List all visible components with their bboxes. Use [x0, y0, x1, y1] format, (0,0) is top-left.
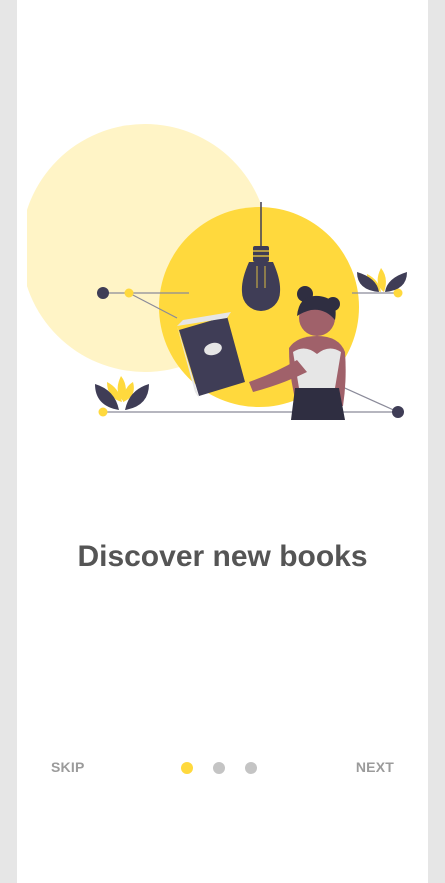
onboarding-footer: SKIP NEXT [17, 755, 428, 781]
onboarding-title: Discover new books [77, 540, 368, 573]
skip-button[interactable]: SKIP [51, 759, 84, 775]
yellow-node-dot [98, 407, 108, 417]
onboarding-screen: Discover new books SKIP NEXT [17, 0, 428, 883]
yellow-node-dot [124, 288, 134, 298]
woman-reading-book-illustration [27, 124, 407, 420]
page-dot-3[interactable] [245, 762, 257, 774]
plant-right-icon [357, 268, 407, 292]
next-button[interactable]: NEXT [356, 759, 394, 775]
dark-node-dot [97, 287, 109, 299]
page-dot-1[interactable] [181, 762, 193, 774]
page-dot-2[interactable] [213, 762, 225, 774]
dark-node-dot [392, 406, 404, 418]
plant-left-icon [95, 376, 149, 410]
